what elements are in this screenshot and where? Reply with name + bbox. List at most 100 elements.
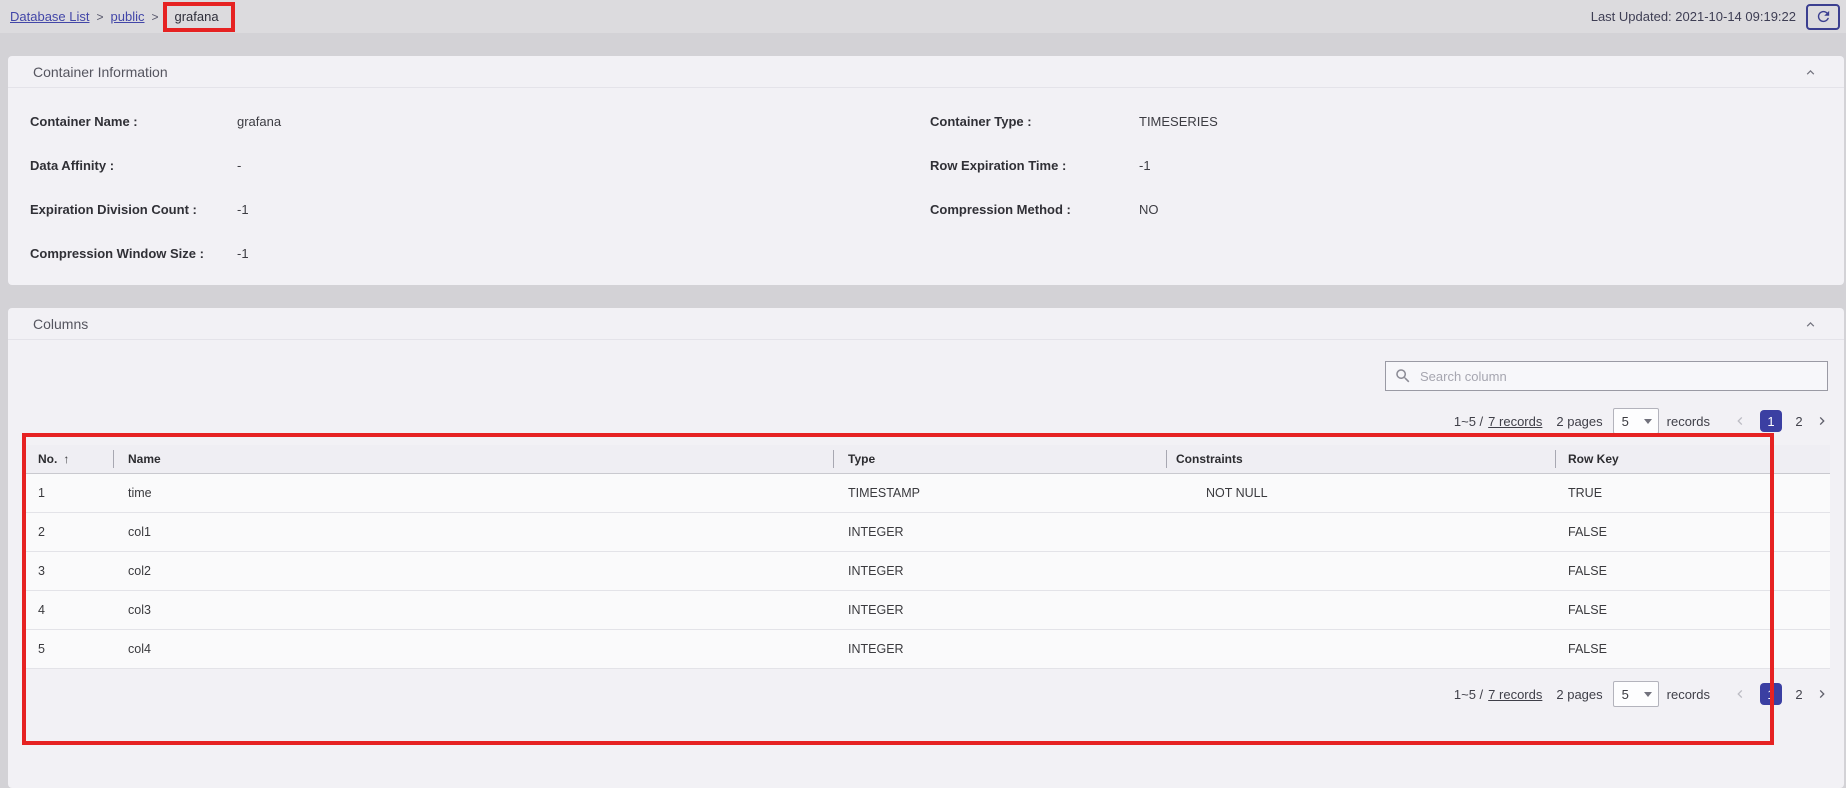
page-size-value: 5 — [1622, 414, 1629, 429]
sort-ascending-icon: ↑ — [63, 452, 69, 466]
cell-name: col2 — [113, 551, 833, 590]
header-type[interactable]: Type — [833, 445, 1166, 473]
chevron-right-icon next-page-button[interactable] — [1814, 413, 1830, 429]
chevron-right-icon next-page-button[interactable] — [1814, 686, 1830, 702]
page-2-button[interactable]: 2 — [1793, 414, 1805, 429]
search-icon — [1394, 367, 1412, 385]
pagination-top: 1~5 / 7 records 2 pages 5 records 1 2 — [1454, 408, 1830, 434]
info-column-right: Container Type : TIMESERIES Row Expirati… — [930, 99, 1824, 231]
panel-title: Columns — [33, 316, 88, 332]
field-label: Compression Window Size : — [30, 246, 237, 261]
current-page-badge[interactable]: 1 — [1760, 683, 1782, 705]
refresh-button[interactable] — [1806, 4, 1840, 30]
pagination-pages: 2 pages — [1556, 414, 1602, 429]
breadcrumb-separator: > — [97, 10, 104, 24]
cell-constraints — [1166, 590, 1555, 629]
cell-type: INTEGER — [833, 590, 1166, 629]
caret-down-icon — [1644, 419, 1652, 424]
cell-row-key: FALSE — [1555, 590, 1830, 629]
cell-row-key: FALSE — [1555, 629, 1830, 668]
breadcrumb-database-list[interactable]: Database List — [10, 9, 90, 24]
total-records-link[interactable]: 7 records — [1488, 687, 1542, 702]
info-column-left: Container Name : grafana Data Affinity :… — [30, 99, 910, 275]
pagination-bottom: 1~5 / 7 records 2 pages 5 records 1 2 — [1454, 681, 1830, 707]
cell-constraints: NOT NULL — [1166, 473, 1555, 512]
search-column-box — [1385, 361, 1828, 391]
current-page-badge[interactable]: 1 — [1760, 410, 1782, 432]
cell-type: TIMESTAMP — [833, 473, 1166, 512]
last-updated-label: Last Updated: 2021-10-14 09:19:22 — [1591, 9, 1796, 24]
top-bar: Database List > public > grafana Last Up… — [0, 0, 1846, 33]
pagination-range: 1~5 / — [1454, 687, 1483, 702]
cell-no: 1 — [24, 473, 113, 512]
table-row[interactable]: 2col1INTEGERFALSE — [24, 512, 1830, 551]
columns-header: Columns — [8, 308, 1844, 340]
container-information-header: Container Information — [8, 56, 1844, 88]
columns-panel: Columns 1~5 / 7 records 2 pages 5 record… — [8, 308, 1844, 788]
cell-row-key: TRUE — [1555, 473, 1830, 512]
total-records-link[interactable]: 7 records — [1488, 414, 1542, 429]
info-row: Expiration Division Count : -1 — [30, 187, 910, 231]
refresh-icon — [1815, 8, 1832, 25]
pagination-range: 1~5 / — [1454, 414, 1483, 429]
info-row: Compression Method : NO — [930, 187, 1824, 231]
breadcrumb-public[interactable]: public — [111, 9, 145, 24]
records-label: records — [1667, 687, 1710, 702]
field-value: NO — [1139, 202, 1159, 217]
cell-name: col3 — [113, 590, 833, 629]
field-value: -1 — [237, 246, 249, 261]
cell-no: 4 — [24, 590, 113, 629]
field-label: Compression Method : — [930, 202, 1139, 217]
table-row[interactable]: 5col4INTEGER FALSE — [24, 629, 1830, 668]
header-name[interactable]: Name — [113, 445, 833, 473]
field-label: Container Type : — [930, 114, 1139, 129]
field-label: Data Affinity : — [30, 158, 237, 173]
info-row: Compression Window Size : -1 — [30, 231, 910, 275]
table-row[interactable]: 3col2INTEGER FALSE — [24, 551, 1830, 590]
header-no[interactable]: No.↑ — [24, 445, 113, 473]
table-header-row: No.↑ Name Type Constraints Row Key — [24, 445, 1830, 473]
cell-name: col4 — [113, 629, 833, 668]
search-column-input[interactable] — [1420, 369, 1819, 384]
cell-constraints — [1166, 512, 1555, 551]
table-row[interactable]: 4col3INTEGER FALSE — [24, 590, 1830, 629]
field-label: Row Expiration Time : — [930, 158, 1139, 173]
field-label: Expiration Division Count : — [30, 202, 237, 217]
chevron-left-icon prev-page-button[interactable] — [1732, 686, 1748, 702]
cell-type: INTEGER — [833, 551, 1166, 590]
header-row-key[interactable]: Row Key — [1555, 445, 1830, 473]
chevron-up-icon collapse-button[interactable] — [1803, 317, 1818, 332]
cell-no: 3 — [24, 551, 113, 590]
header-constraints[interactable]: Constraints — [1166, 445, 1555, 473]
breadcrumb-separator: > — [151, 10, 158, 24]
topbar-right: Last Updated: 2021-10-14 09:19:22 — [1591, 4, 1842, 30]
caret-down-icon — [1644, 692, 1652, 697]
page-size-select[interactable]: 5 — [1613, 681, 1659, 707]
cell-type: INTEGER — [833, 629, 1166, 668]
chevron-left-icon prev-page-button[interactable] — [1732, 413, 1748, 429]
cell-name: col1 — [113, 512, 833, 551]
info-row: Row Expiration Time : -1 — [930, 143, 1824, 187]
info-row: Data Affinity : - — [30, 143, 910, 187]
page: { "topbar": { "breadcrumb": { "items": [… — [0, 0, 1846, 720]
cell-constraints — [1166, 629, 1555, 668]
chevron-up-icon collapse-button[interactable] — [1803, 65, 1818, 80]
cell-row-key: FALSE — [1555, 551, 1830, 590]
breadcrumb: Database List > public > grafana — [10, 2, 235, 32]
page-size-value: 5 — [1622, 687, 1629, 702]
field-label: Container Name : — [30, 114, 237, 129]
field-value: - — [237, 158, 241, 173]
cell-no: 2 — [24, 512, 113, 551]
container-information-panel: Container Information Container Name : g… — [8, 56, 1844, 285]
breadcrumb-current-grafana annotation-box: grafana — [163, 2, 235, 32]
cell-name: time — [113, 473, 833, 512]
table-row[interactable]: 1timeTIMESTAMPNOT NULLTRUE — [24, 473, 1830, 512]
info-row: Container Type : TIMESERIES — [930, 99, 1824, 143]
pagination-pages: 2 pages — [1556, 687, 1602, 702]
cell-constraints — [1166, 551, 1555, 590]
field-value: -1 — [237, 202, 249, 217]
cell-no: 5 — [24, 629, 113, 668]
info-row: Container Name : grafana — [30, 99, 910, 143]
page-size-select[interactable]: 5 — [1613, 408, 1659, 434]
page-2-button[interactable]: 2 — [1793, 687, 1805, 702]
